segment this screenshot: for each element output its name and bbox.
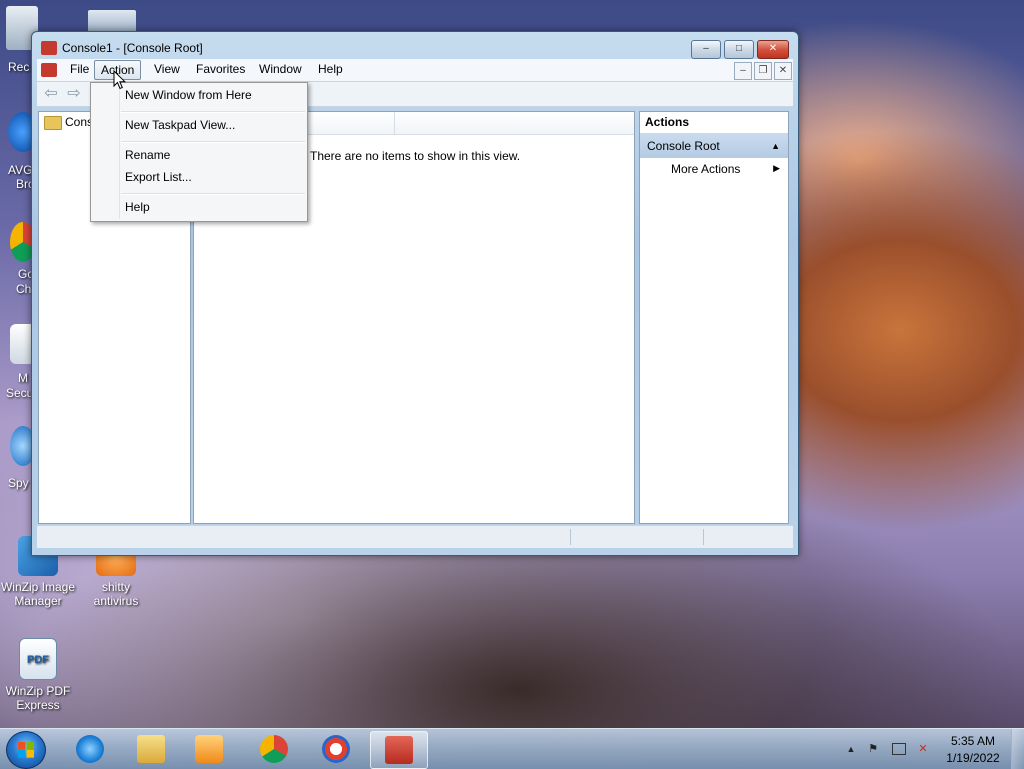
desktop-icon-label: shitty antivirus	[93, 580, 139, 608]
menu-favorites[interactable]: Favorites	[190, 59, 251, 79]
windows-logo-icon	[18, 742, 34, 758]
mdi-restore-button[interactable]: ❐	[754, 62, 772, 80]
toolbox-icon	[385, 736, 413, 764]
menu-separator	[121, 141, 305, 143]
mdi-minimize-button[interactable]: –	[734, 62, 752, 80]
desktop-label-spy[interactable]: Spy	[8, 476, 29, 490]
desktop-label-m[interactable]: M	[18, 371, 28, 385]
maximize-button[interactable]: □	[724, 40, 754, 59]
status-bar	[37, 525, 793, 548]
mouse-pointer-icon	[113, 70, 127, 90]
avg-browser-icon	[322, 735, 350, 763]
show-desktop-button[interactable]	[1011, 729, 1024, 769]
menu-gutter	[119, 85, 120, 219]
taskbar-internet-explorer[interactable]	[62, 731, 118, 767]
action-menu-dropdown: New Window from Here New Taskpad View...…	[90, 82, 308, 222]
empty-view-message: There are no items to show in this view.	[310, 149, 521, 163]
desktop-label-recycle[interactable]: Rec	[8, 60, 29, 74]
more-actions-link[interactable]: More Actions	[671, 162, 740, 176]
collapse-triangle-icon[interactable]: ▲	[771, 134, 780, 158]
start-button[interactable]	[6, 731, 46, 769]
menu-view[interactable]: View	[148, 59, 186, 79]
menu-item-new-taskpad-view[interactable]: New Taskpad View...	[125, 118, 235, 132]
menu-item-export-list[interactable]: Export List...	[125, 170, 192, 184]
menu-bar: File Action View Favorites Window Help –…	[37, 59, 793, 81]
status-divider	[703, 529, 704, 545]
menu-separator	[121, 193, 305, 195]
actions-section-label: Console Root	[647, 139, 720, 153]
volume-muted-icon[interactable]: ✕	[916, 743, 930, 755]
close-button[interactable]: ✕	[757, 40, 789, 59]
submenu-arrow-icon: ▶	[773, 163, 780, 173]
actions-section-console-root[interactable]: Console Root ▲	[640, 134, 788, 158]
column-header[interactable]	[395, 112, 634, 135]
taskbar-file-explorer[interactable]	[123, 731, 179, 767]
internet-explorer-icon	[76, 735, 104, 763]
status-divider	[570, 529, 571, 545]
tree-item-label: Cons	[65, 115, 94, 129]
media-player-icon	[195, 735, 223, 763]
desktop-icon-label: WinZip Image Manager	[0, 580, 76, 608]
network-icon[interactable]	[892, 743, 906, 755]
menu-separator	[121, 111, 305, 113]
clock-time[interactable]: 5:35 AM	[938, 734, 1008, 748]
taskbar-chrome[interactable]	[246, 731, 302, 767]
toolbox-icon	[41, 41, 57, 55]
menu-item-help[interactable]: Help	[125, 200, 150, 214]
show-hidden-icons-arrow[interactable]: ▲	[844, 743, 858, 755]
chrome-icon	[260, 735, 288, 763]
desktop-icon-label: WinZip PDF Express	[5, 684, 71, 712]
taskbar-media-player[interactable]	[181, 731, 237, 767]
taskbar-mmc-console[interactable]	[370, 731, 428, 769]
back-arrow-icon[interactable]: ⇦	[42, 86, 60, 102]
minimize-button[interactable]: –	[691, 40, 721, 59]
action-center-flag-icon[interactable]: ⚑	[866, 743, 880, 755]
clock-date[interactable]: 1/19/2022	[938, 751, 1008, 765]
menu-item-rename[interactable]: Rename	[125, 148, 170, 162]
window-title: Console1 - [Console Root]	[62, 41, 203, 55]
title-bar[interactable]: Console1 - [Console Root] – □ ✕	[32, 32, 798, 62]
taskbar-avg-browser[interactable]	[308, 731, 364, 767]
folder-icon	[44, 116, 62, 130]
actions-pane: Actions Console Root ▲ More Actions ▶	[639, 111, 789, 524]
winzip-pdf-express-shortcut[interactable]: PDF WinZip PDF Express	[0, 638, 76, 712]
mdi-close-button[interactable]: ✕	[774, 62, 792, 80]
desktop-label-secu[interactable]: Secu	[6, 386, 33, 400]
toolbox-icon[interactable]	[41, 63, 57, 77]
desktop-label-avg[interactable]: AVG	[8, 163, 32, 177]
taskbar: ▲ ⚑ ✕ 5:35 AM 1/19/2022	[0, 728, 1024, 769]
menu-help[interactable]: Help	[312, 59, 349, 79]
forward-arrow-icon[interactable]: ⇨	[65, 86, 83, 102]
actions-header: Actions	[640, 112, 788, 134]
menu-item-new-window-from-here[interactable]: New Window from Here	[125, 88, 252, 102]
desktop-label-ch[interactable]: Ch	[16, 282, 31, 296]
menu-window[interactable]: Window	[253, 59, 308, 79]
menu-file[interactable]: File	[64, 59, 95, 79]
folder-icon	[137, 735, 165, 763]
pdf-icon: PDF	[19, 638, 57, 680]
